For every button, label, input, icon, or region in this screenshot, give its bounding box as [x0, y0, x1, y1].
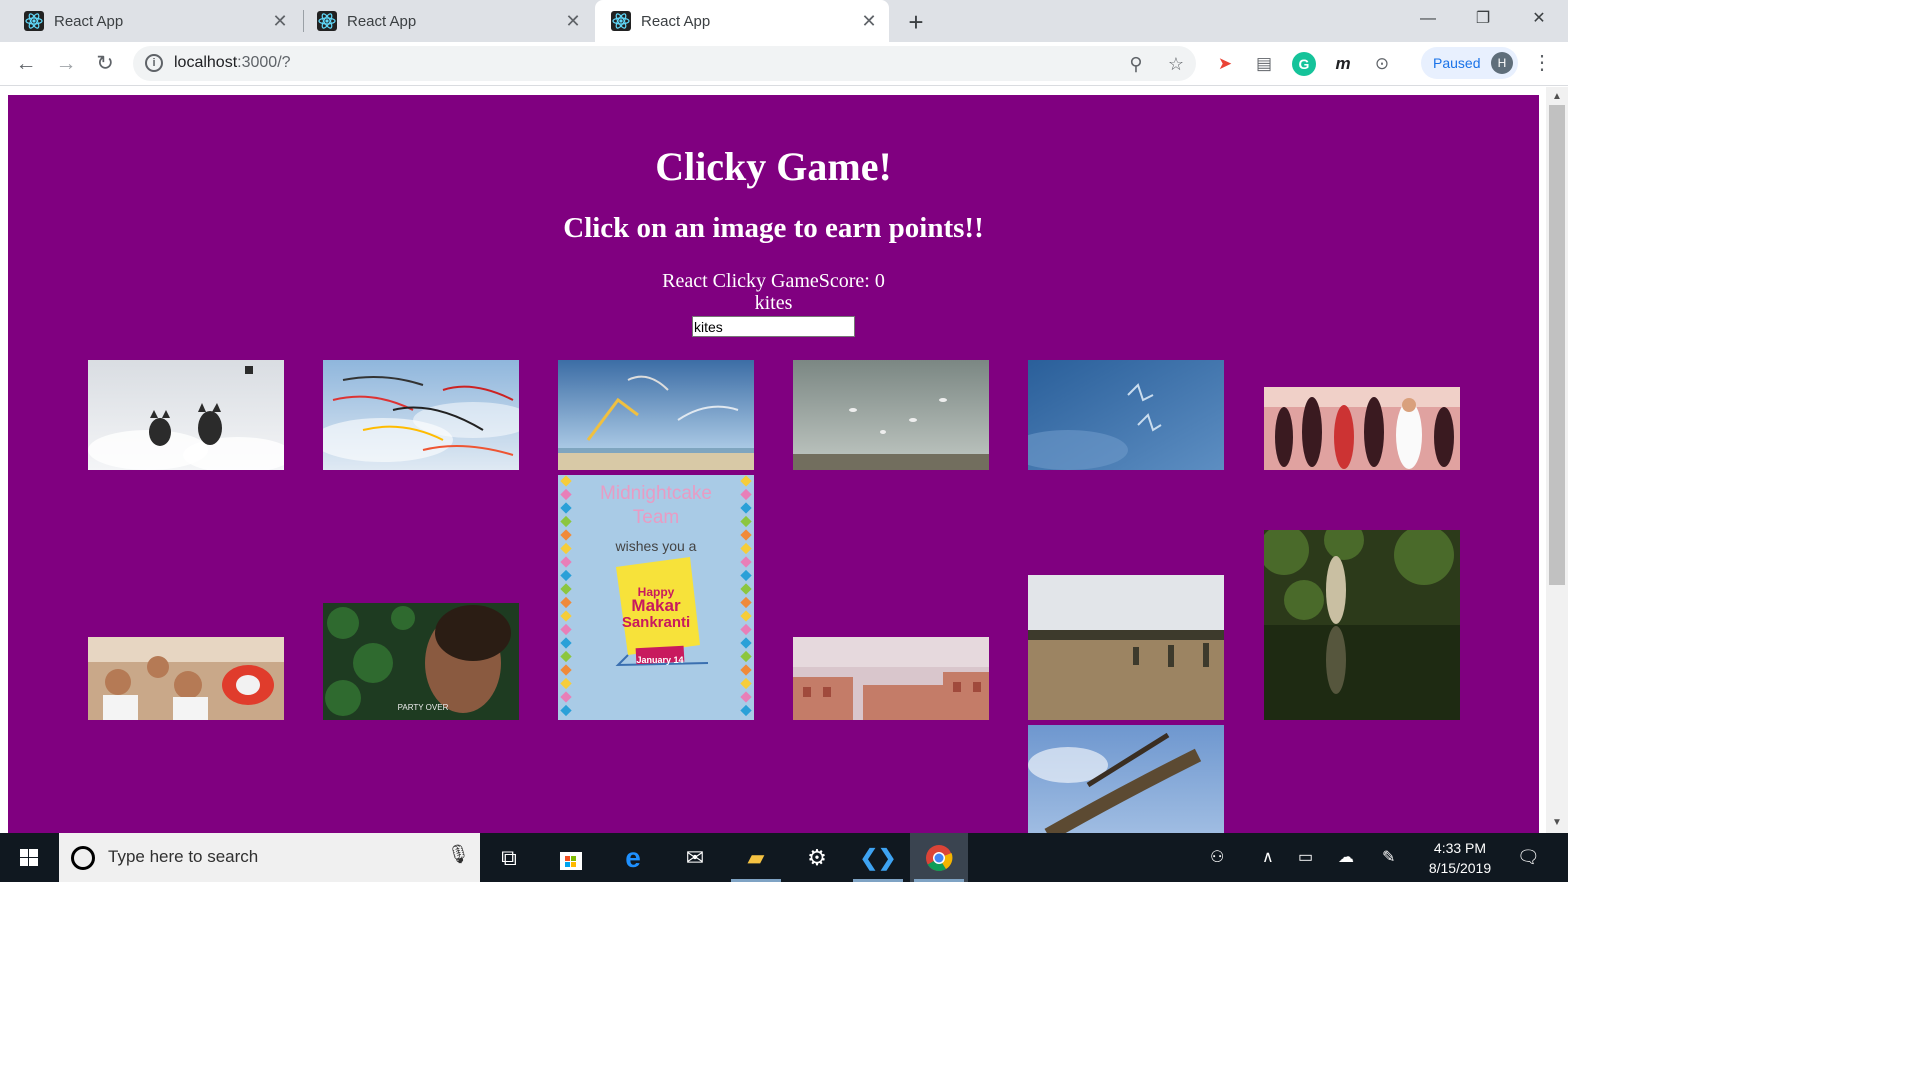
browser-toolbar: ← → ↻ i localhost:3000/? ⚲ ☆ ➤ ▤ G m ⊙ P… [0, 42, 1568, 86]
kite-image-party-over[interactable]: PARTY OVER [323, 603, 519, 720]
battery-icon[interactable]: ▭ [1298, 847, 1313, 867]
browser-tab-strip: React App ✕ React App ✕ React App ✕ + — … [0, 0, 1568, 42]
card-line-6: Sankranti [621, 614, 691, 631]
card-line-3: wishes you a [615, 538, 697, 554]
kite-image-men-with-spool[interactable] [88, 637, 284, 720]
forward-arrow-icon[interactable]: → [53, 51, 79, 77]
kite-image-field-flyers[interactable] [1028, 575, 1224, 720]
address-bar[interactable]: i localhost:3000/? ⚲ ☆ [133, 46, 1196, 81]
network-disconnected-icon[interactable]: ☁ [1338, 847, 1354, 867]
profile-avatar[interactable]: H [1491, 52, 1513, 74]
chrome-icon[interactable] [910, 833, 968, 882]
vscode-icon[interactable]: ❮❯ [849, 833, 907, 882]
kite-image-grasshopper-closeup[interactable] [1028, 725, 1224, 833]
mail-icon[interactable]: ✉ [666, 833, 724, 882]
scroll-down-arrow-icon[interactable]: ▼ [1549, 817, 1565, 828]
grammarly-icon[interactable]: G [1292, 52, 1316, 76]
image-caption: PARTY OVER [397, 703, 449, 712]
card-line-2: Team [632, 507, 680, 528]
kite-image-sankranti-card[interactable]: Midnightcake Team wishes you a Happy Mak… [558, 475, 754, 720]
page-scrollbar[interactable]: ▲ ▼ [1546, 87, 1568, 833]
close-tab-icon[interactable]: ✕ [859, 11, 879, 32]
file-explorer-icon[interactable]: ▰ [727, 833, 785, 882]
kite-image-blue-sky-birds[interactable] [1028, 360, 1224, 470]
browser-tab-1[interactable]: React App ✕ [0, 0, 300, 42]
tab-title: React App [54, 12, 124, 30]
kite-image-sky-full-of-kites[interactable] [323, 360, 519, 470]
restore-window-icon[interactable]: ❐ [1463, 4, 1503, 34]
kite-image-cat-kites[interactable] [88, 360, 284, 470]
browser-tab-3-active[interactable]: React App ✕ [595, 0, 889, 42]
site-info-icon[interactable]: i [145, 54, 163, 72]
show-hidden-icons-chevron-icon[interactable]: ∧ [1262, 847, 1274, 867]
cast-extension-icon[interactable]: ➤ [1213, 52, 1237, 76]
url-text[interactable]: localhost:3000/? [174, 54, 291, 72]
kite-image-festival-dance[interactable] [1264, 387, 1460, 470]
kite-image-forest-reflection[interactable] [1264, 530, 1460, 720]
task-view-icon[interactable]: ⧉ [480, 833, 538, 882]
react-logo-icon [24, 11, 44, 31]
page-viewport: Clicky Game! Click on an image to earn p… [0, 87, 1568, 833]
microphone-icon[interactable]: 🎙 [447, 844, 470, 865]
page-subtitle: Click on an image to earn points!! [563, 212, 984, 244]
close-tab-icon[interactable]: ✕ [270, 11, 290, 32]
taskbar-clock[interactable]: 4:33 PM 8/15/2019 [1418, 838, 1502, 878]
kite-image-beach-kites[interactable] [558, 360, 754, 470]
minimize-window-icon[interactable]: — [1408, 4, 1448, 34]
close-window-icon[interactable]: ✕ [1519, 4, 1559, 34]
kite-image-rooftops[interactable] [793, 637, 989, 720]
scroll-up-arrow-icon[interactable]: ▲ [1549, 91, 1565, 102]
bookmark-star-icon[interactable]: ☆ [1165, 53, 1187, 75]
m-extension-icon[interactable]: m [1331, 52, 1355, 76]
clock-time: 4:33 PM [1433, 840, 1487, 856]
url-path: :3000/? [237, 54, 291, 71]
search-placeholder: Type here to search [108, 847, 259, 866]
people-icon[interactable]: ⚇ [1210, 847, 1224, 867]
start-button[interactable] [0, 833, 58, 882]
profile-status: Paused [1433, 55, 1481, 71]
close-tab-icon[interactable]: ✕ [563, 11, 583, 32]
tab-title: React App [641, 12, 711, 30]
settings-gear-icon[interactable]: ⚙ [788, 833, 846, 882]
edge-browser-icon[interactable]: e [604, 833, 662, 882]
cortana-icon[interactable] [71, 846, 95, 870]
reload-icon[interactable]: ↻ [92, 51, 118, 77]
filter-input[interactable] [692, 316, 855, 337]
score-display: React Clicky GameScore: 0 [662, 270, 885, 292]
card-line-7: January 14 [636, 655, 684, 665]
url-host: localhost [174, 54, 238, 71]
kite-image-cloudy-sea[interactable] [793, 360, 989, 470]
react-logo-icon [611, 11, 631, 31]
windows-taskbar: Type here to search 🎙 ⧉ e ✉ ▰ ⚙ ❮❯ ⚇ ∧ ▭… [0, 833, 1568, 882]
action-center-icon[interactable]: 🗨 [1517, 847, 1540, 868]
tab-title: React App [347, 12, 417, 30]
zoom-out-magnifier-icon[interactable]: ⚲ [1125, 53, 1147, 75]
pen-workspace-icon[interactable]: ✎ [1382, 847, 1395, 867]
game-container: Clicky Game! Click on an image to earn p… [8, 95, 1539, 833]
page-title: Clicky Game! [655, 144, 892, 189]
browser-menu-icon[interactable]: ⋮ [1532, 51, 1552, 75]
react-logo-icon [317, 11, 337, 31]
new-tab-button[interactable]: + [903, 7, 929, 38]
windows-logo-icon [20, 849, 38, 866]
taskbar-search-box[interactable]: Type here to search 🎙 [59, 833, 480, 882]
extension-icon[interactable]: ▤ [1252, 52, 1276, 76]
code-extension-icon[interactable]: ⊙ [1370, 52, 1394, 76]
card-line-5: Makar [631, 596, 681, 615]
clock-date: 8/15/2019 [1428, 860, 1492, 876]
browser-tab-2[interactable]: React App ✕ [293, 0, 593, 42]
topic-label: kites [754, 292, 793, 314]
card-line-1: Midnightcake [600, 483, 712, 504]
back-arrow-icon[interactable]: ← [13, 51, 39, 77]
store-icon[interactable] [542, 833, 600, 882]
scrollbar-thumb[interactable] [1549, 105, 1565, 585]
